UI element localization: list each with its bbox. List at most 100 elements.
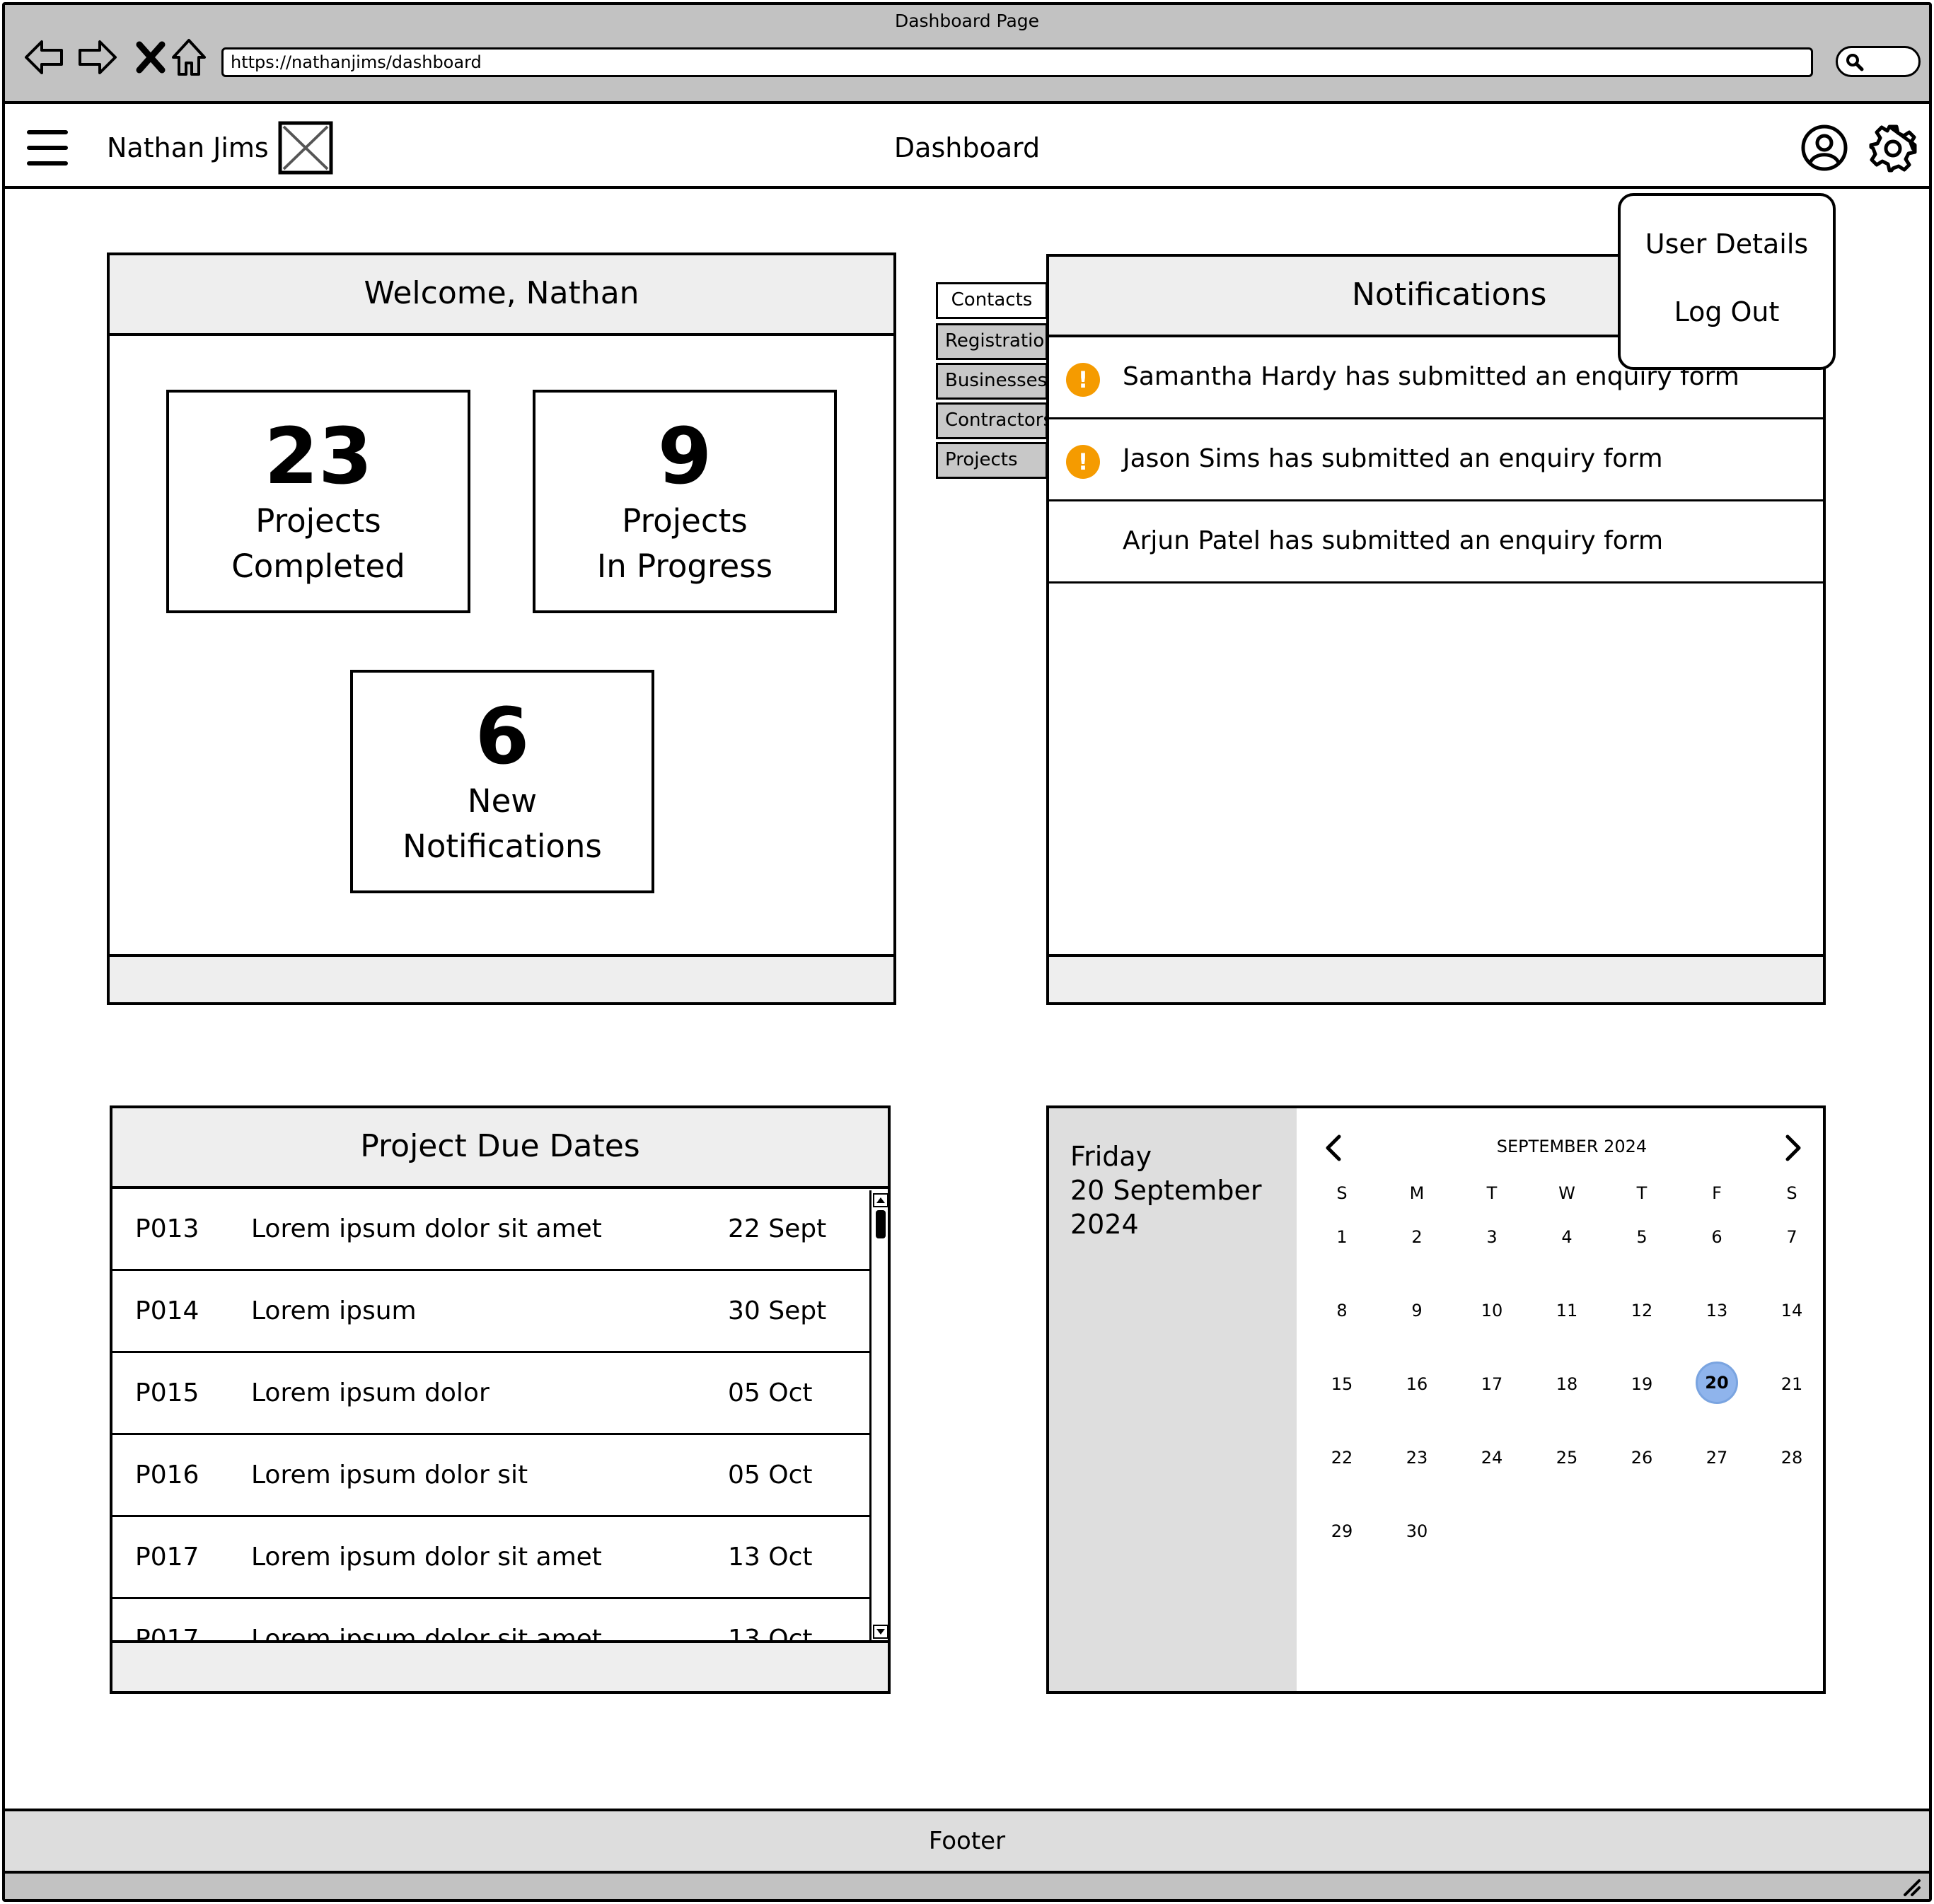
notification-item[interactable]: ! Jason Sims has submitted an enquiry fo…	[1049, 419, 1823, 501]
home-icon[interactable]	[168, 36, 210, 79]
calendar-day[interactable]: 1	[1314, 1227, 1370, 1247]
user-account-icon[interactable]	[1800, 124, 1848, 172]
tab-registration[interactable]: Registration	[936, 323, 1048, 360]
window-title: Dashboard Page	[894, 11, 1040, 31]
menu-item-user-details[interactable]: User Details	[1621, 210, 1833, 278]
tab-businesses[interactable]: Businesses	[936, 363, 1048, 400]
calendar-day[interactable]: 29	[1314, 1521, 1370, 1541]
calendar-day[interactable]: 27	[1689, 1448, 1745, 1468]
calendar-day[interactable]: 22	[1314, 1448, 1370, 1468]
menu-item-log-out[interactable]: Log Out	[1621, 278, 1833, 346]
stat-label: Notifications	[403, 828, 602, 865]
table-row[interactable]: P015 Lorem ipsum dolor 05 Oct	[112, 1353, 869, 1435]
selected-date-display: Friday 20 September 2024	[1049, 1108, 1297, 1691]
browser-search-field[interactable]	[1836, 46, 1921, 77]
scroll-thumb[interactable]	[876, 1210, 886, 1238]
project-name: Lorem ipsum dolor sit	[251, 1461, 528, 1490]
scroll-down-icon[interactable]	[873, 1625, 888, 1639]
tab-contractors[interactable]: Contractors	[936, 402, 1048, 439]
chevron-right-icon[interactable]	[1783, 1134, 1803, 1162]
calendar-day[interactable]: 6	[1689, 1227, 1745, 1247]
stat-label: New	[467, 782, 538, 820]
calendar-day[interactable]: 25	[1539, 1448, 1595, 1468]
project-due-date: 22 Sept	[728, 1214, 827, 1243]
table-row[interactable]: P016 Lorem ipsum dolor sit 05 Oct	[112, 1435, 869, 1517]
scroll-up-icon[interactable]	[873, 1193, 888, 1207]
weekday-header: S	[1786, 1183, 1797, 1203]
calendar-day[interactable]: 8	[1314, 1301, 1370, 1320]
project-name: Lorem ipsum dolor	[251, 1378, 490, 1407]
calendar-day[interactable]: 30	[1389, 1521, 1445, 1541]
stat-card-projects-completed[interactable]: 23 Projects Completed	[166, 390, 470, 613]
browser-status-bar	[5, 1871, 1929, 1899]
project-id: P015	[135, 1378, 199, 1407]
project-due-date: 13 Oct	[728, 1625, 813, 1642]
calendar-day[interactable]: 21	[1764, 1374, 1820, 1394]
table-row[interactable]: P017 Lorem ipsum dolor sit amet 13 Oct	[112, 1517, 869, 1599]
calendar-day[interactable]: 17	[1464, 1374, 1520, 1394]
calendar-day[interactable]: 28	[1764, 1448, 1820, 1468]
due-dates-panel-footer	[112, 1640, 888, 1691]
weekday-header: T	[1486, 1183, 1498, 1203]
calendar-day[interactable]: 14	[1764, 1301, 1820, 1320]
stat-card-projects-in-progress[interactable]: 9 Projects In Progress	[533, 390, 837, 613]
calendar-day[interactable]: 23	[1389, 1448, 1445, 1468]
calendar-day[interactable]: 26	[1614, 1448, 1670, 1468]
stat-value: 23	[264, 411, 373, 501]
calendar-day[interactable]: 5	[1614, 1227, 1670, 1247]
weekday-header: M	[1409, 1183, 1425, 1203]
address-bar[interactable]: https://nathanjims/dashboard	[221, 47, 1813, 77]
back-arrow-icon[interactable]	[23, 36, 66, 79]
calendar-day[interactable]: 7	[1764, 1227, 1820, 1247]
table-row[interactable]: P017 Lorem ipsum dolor sit amet 13 Oct	[112, 1599, 869, 1642]
due-dates-list[interactable]: P013 Lorem ipsum dolor sit amet 22 Sept …	[112, 1189, 888, 1642]
calendar-day[interactable]: 15	[1314, 1374, 1370, 1394]
welcome-panel-footer	[110, 954, 893, 1002]
notification-text: Jason Sims has submitted an enquiry form	[1123, 444, 1663, 473]
calendar-day[interactable]: 11	[1539, 1301, 1595, 1320]
list-scrollbar[interactable]	[869, 1190, 889, 1643]
weekday-header: W	[1558, 1183, 1575, 1203]
calendar-day[interactable]: 4	[1539, 1227, 1595, 1247]
selected-date: 20 September	[1070, 1175, 1262, 1206]
browser-window: Dashboard Page https://nathanjims/dashbo…	[2, 2, 1932, 1902]
stat-card-new-notifications[interactable]: 6 New Notifications	[350, 670, 654, 893]
resize-grip-icon[interactable]	[1901, 1878, 1922, 1898]
table-row[interactable]: P013 Lorem ipsum dolor sit amet 22 Sept	[112, 1189, 869, 1271]
app-header: Nathan Jims Dashboard	[5, 107, 1929, 189]
calendar-day[interactable]: 3	[1464, 1227, 1520, 1247]
user-menu-popup: User Details Log Out	[1618, 193, 1836, 370]
stat-label: In Progress	[596, 547, 773, 585]
selected-day-name: Friday	[1070, 1141, 1152, 1172]
table-row[interactable]: P014 Lorem ipsum 30 Sept	[112, 1271, 869, 1353]
calendar-day[interactable]: 24	[1464, 1448, 1520, 1468]
stat-label: Projects	[622, 502, 748, 540]
stat-value: 9	[657, 411, 712, 501]
calendar-day-selected[interactable]: 20	[1689, 1362, 1745, 1404]
notification-text: Arjun Patel has submitted an enquiry for…	[1123, 526, 1664, 555]
calendar-day[interactable]: 16	[1389, 1374, 1445, 1394]
calendar-day[interactable]: 9	[1389, 1301, 1445, 1320]
stop-icon[interactable]	[129, 36, 172, 79]
search-icon	[1846, 54, 1864, 71]
selected-year: 2024	[1070, 1209, 1139, 1240]
notification-item[interactable]: Arjun Patel has submitted an enquiry for…	[1049, 501, 1823, 584]
project-id: P013	[135, 1214, 199, 1243]
tab-projects[interactable]: Projects	[936, 442, 1048, 479]
calendar-day[interactable]: 18	[1539, 1374, 1595, 1394]
project-id: P017	[135, 1625, 199, 1642]
calendar-day[interactable]: 13	[1689, 1301, 1745, 1320]
calendar-day[interactable]: 2	[1389, 1227, 1445, 1247]
tab-contacts[interactable]: Contacts	[936, 282, 1048, 319]
warning-icon: !	[1066, 363, 1100, 397]
calendar-day[interactable]: 19	[1614, 1374, 1670, 1394]
calendar-day[interactable]: 10	[1464, 1301, 1520, 1320]
project-due-date: 05 Oct	[728, 1378, 813, 1407]
forward-arrow-icon[interactable]	[76, 36, 118, 79]
gear-icon[interactable]	[1868, 124, 1918, 173]
weekday-header: F	[1712, 1183, 1722, 1203]
calendar-day[interactable]: 12	[1614, 1301, 1670, 1320]
calendar-month-label: SEPTEMBER 2024	[1496, 1137, 1648, 1156]
warning-icon: !	[1066, 445, 1100, 479]
project-due-dates-panel: Project Due Dates P013 Lorem ipsum dolor…	[110, 1105, 891, 1694]
